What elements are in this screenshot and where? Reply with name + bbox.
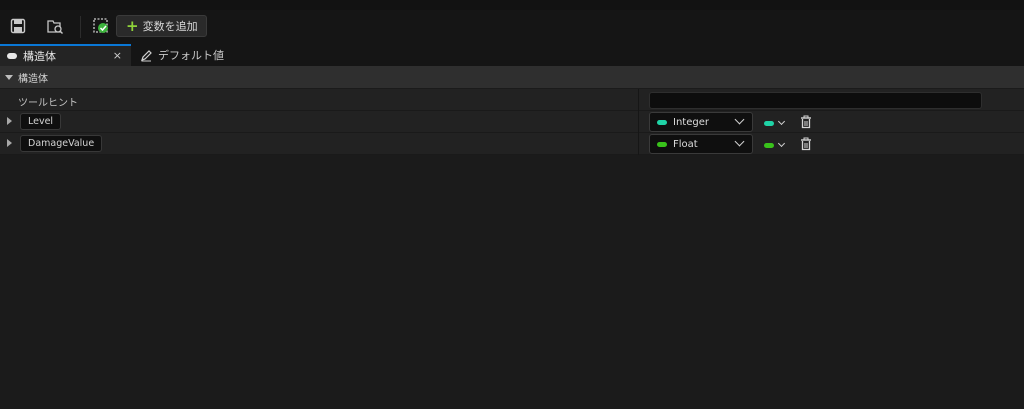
plus-icon: + — [126, 17, 139, 35]
add-variable-label: 変数を追加 — [142, 20, 198, 33]
category-header-struct[interactable]: 構造体 — [0, 66, 1024, 88]
variable-type-select[interactable]: Integer — [649, 112, 753, 132]
variable-type-select[interactable]: Float — [649, 134, 753, 154]
tooltip-input[interactable] — [649, 92, 982, 109]
tab-struct[interactable]: 構造体 × — [0, 44, 131, 66]
variable-type-label: Float — [673, 138, 698, 150]
chevron-down-icon — [734, 136, 745, 147]
window-top-strip — [0, 0, 1024, 10]
column-splitter[interactable] — [638, 89, 639, 111]
struct-pill-icon — [7, 53, 17, 59]
tab-default-values-label: デフォルト値 — [158, 49, 224, 62]
expand-arrow-icon[interactable] — [7, 139, 12, 147]
type-pill-icon — [657, 141, 667, 147]
category-label: 構造体 — [18, 73, 48, 85]
toolbar: + 変数を追加 — [0, 10, 1024, 44]
collapse-arrow-icon — [5, 74, 13, 80]
type-pill-icon — [657, 119, 667, 125]
expand-arrow-icon[interactable] — [7, 117, 12, 125]
single-container-icon — [764, 142, 774, 148]
variable-name-field[interactable]: DamageValue — [20, 135, 103, 152]
chevron-down-icon — [777, 117, 786, 126]
variable-row-level: Level Integer — [0, 111, 1024, 133]
toolbar-separator — [80, 16, 81, 38]
add-variable-button[interactable]: + 変数を追加 — [116, 15, 207, 37]
variable-name-field[interactable]: Level — [20, 113, 62, 130]
column-splitter[interactable] — [638, 111, 639, 133]
container-type-select[interactable] — [764, 117, 790, 129]
tab-default-values[interactable]: デフォルト値 — [133, 44, 233, 66]
container-type-select[interactable] — [764, 139, 790, 151]
chevron-down-icon — [734, 114, 745, 125]
single-container-icon — [764, 120, 774, 126]
tooltip-label: ツールヒント — [18, 98, 78, 109]
struct-check-icon — [93, 18, 108, 33]
delete-trash-icon[interactable] — [799, 137, 813, 151]
browse-button[interactable] — [42, 13, 68, 39]
tab-struct-label: 構造体 — [23, 50, 56, 63]
column-splitter[interactable] — [638, 133, 639, 155]
save-button[interactable] — [5, 13, 31, 39]
variable-row-damagevalue: DamageValue Float — [0, 133, 1024, 155]
struct-button[interactable] — [88, 13, 114, 39]
save-icon — [10, 18, 26, 34]
edit-pencil-icon — [141, 49, 152, 61]
details-panel: 構造体 ツールヒント Level Integer DamageValue Flo… — [0, 66, 1024, 409]
chevron-down-icon — [777, 139, 786, 148]
tooltip-row: ツールヒント — [0, 89, 1024, 111]
variable-type-label: Integer — [673, 116, 709, 128]
browse-icon — [47, 20, 63, 34]
tab-bar: 構造体 × デフォルト値 — [0, 44, 1024, 66]
delete-trash-icon[interactable] — [799, 115, 813, 129]
close-icon[interactable]: × — [113, 49, 122, 62]
